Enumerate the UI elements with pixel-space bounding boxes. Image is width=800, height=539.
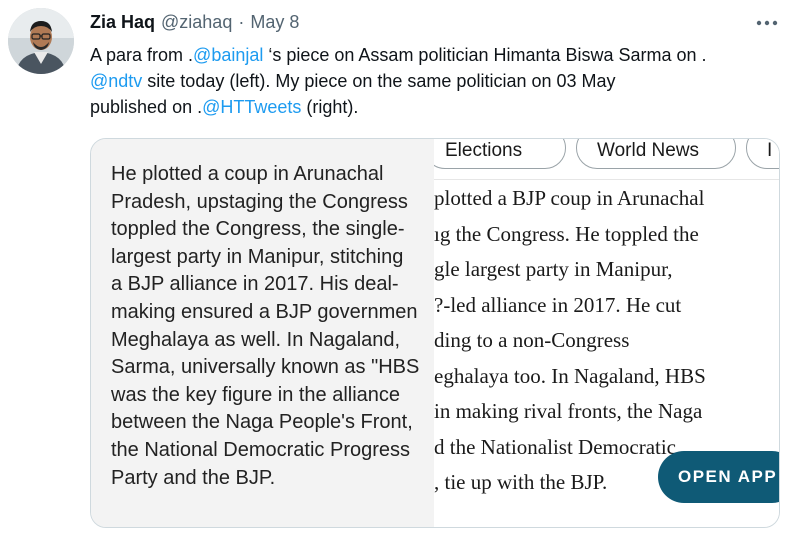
profile-photo (8, 8, 74, 74)
left-text-line: toppled the Congress, the single- (111, 218, 405, 241)
mention-link[interactable]: @bainjal (193, 45, 263, 65)
left-text-line: Sarma, universally known as "HBS (111, 356, 420, 379)
author-name[interactable]: Zia Haq (90, 12, 155, 33)
tweet-text-segment: A para from . (90, 45, 194, 65)
left-text-line: a BJP alliance in 2017. His deal- (111, 273, 399, 296)
tweet-text-segment: (right). (301, 97, 359, 117)
tweet-header: Zia Haq @ziahaq · May 8 (90, 12, 299, 38)
left-text-line: largest party in Manipur, stitching (111, 245, 404, 268)
tweet-date[interactable]: May 8 (250, 12, 299, 33)
left-text-line: He plotted a coup in Arunachal (111, 163, 384, 185)
left-text-line: Party and the BJP. (111, 466, 276, 489)
right-text-line: ıg the Congress. He toppled the (434, 221, 699, 246)
tweet-text-segment: site today (left). My piece on the same … (142, 71, 616, 91)
tweet-text-segment: published on . (90, 97, 203, 117)
media-image-right[interactable]: Elections World News I plotted a BJP cou… (434, 139, 779, 527)
right-text-line: ding to a non-Congress (434, 328, 630, 352)
ellipsis-icon (756, 20, 778, 26)
left-text-line: between the Naga People's Front, (111, 411, 413, 434)
left-text-line: the National Democratic Progress (111, 438, 411, 461)
chip-partial: I (746, 139, 779, 169)
divider (434, 179, 779, 180)
left-text-line: was the key figure in the alliance (111, 383, 401, 406)
avatar[interactable] (8, 8, 74, 74)
media-image-left[interactable]: He plotted a coup in Arunachal Pradesh, u… (91, 139, 434, 527)
tweet-text: A para from .@bainjal ‘s piece on Assam … (90, 42, 790, 120)
separator-dot: · (238, 12, 245, 32)
open-app-button: OPEN APP (658, 451, 779, 503)
mention-link[interactable]: @ndtv (90, 71, 142, 91)
more-options-icon[interactable] (748, 10, 786, 36)
right-text-line: gle largest party in Manipur, (434, 257, 673, 281)
chip-elections: Elections (434, 139, 566, 169)
left-image-text: He plotted a coup in Arunachal Pradesh, u… (111, 161, 471, 492)
right-text-line: in making rival fronts, the Naga (434, 399, 703, 423)
right-text-line: ?-led alliance in 2017. He cut (434, 292, 682, 317)
tweet-media[interactable]: He plotted a coup in Arunachal Pradesh, u… (90, 138, 780, 528)
left-text-line: making ensured a BJP governmen (111, 300, 418, 323)
tweet-text-line: published on .@HTTweets (right). (90, 94, 790, 120)
tweet-text-segment: ‘s piece on Assam politician Himanta Bis… (263, 45, 707, 65)
left-text-line: Pradesh, upstaging the Congress (111, 190, 408, 213)
tweet-text-line: @ndtv site today (left). My piece on the… (90, 68, 790, 94)
left-text-line: Meghalaya as well. In Nagaland, (111, 328, 401, 351)
tweet-text-line: A para from .@bainjal ‘s piece on Assam … (90, 42, 790, 68)
chip-world-news: World News (576, 139, 736, 169)
mention-link[interactable]: @HTTweets (202, 97, 301, 117)
right-text-line: eghalaya too. In Nagaland, HBS (434, 363, 706, 388)
right-text-line: plotted a BJP coup in Arunachal (434, 186, 705, 210)
right-image-text: plotted a BJP coup in Arunachal ıg the Co… (434, 181, 706, 501)
author-handle[interactable]: @ziahaq (161, 12, 232, 33)
category-chips: Elections World News I (434, 139, 779, 173)
